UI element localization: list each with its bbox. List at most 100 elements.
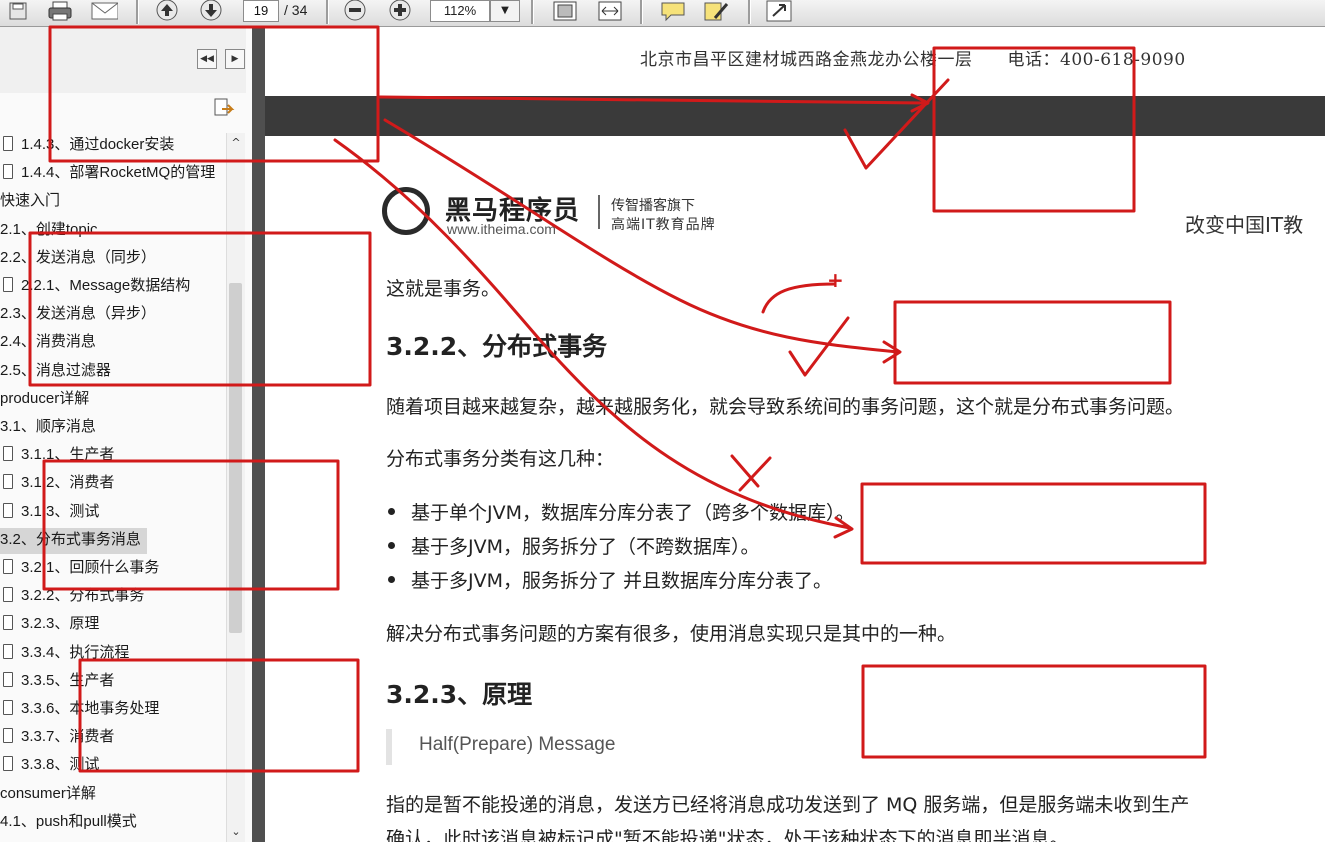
bookmark-label: 3.1.1、生产者 [21,446,115,464]
zoom-out-icon[interactable] [342,0,368,22]
page-total: / 34 [284,2,308,18]
page-number-input[interactable]: 19 [243,0,279,22]
bookmark-label: 4.1、push和pull模式 [0,812,137,830]
bookmark-item[interactable]: 3.1.2、消费者 [0,471,120,497]
bookmark-item[interactable]: 2.2、发送消息（同步） [0,246,162,272]
scroll-down-icon[interactable]: ⌄ [228,824,244,840]
logo-tagline-1: 传智播客旗下 [611,198,695,214]
email-icon[interactable] [90,0,118,22]
para-half-message-1: 指的是暂不能投递的消息，发送方已经将消息成功发送到了 MQ 服务端，但是服务端未… [386,794,1190,816]
zoom-in-icon[interactable] [387,0,413,22]
bookmark-item[interactable]: 快速入门 [0,189,66,215]
logo-url: www.itheima.com [447,221,556,237]
bookmark-item[interactable]: 1.4.3、通过docker安装 [0,133,180,159]
header-slogan: 改变中国IT教 [1185,213,1304,237]
bookmark-item[interactable]: 3.3.8、测试 [0,753,105,779]
collapse-right-icon[interactable]: ▶ [225,49,245,69]
bookmark-item[interactable]: 3.2.1、回顾什么事务 [0,556,165,582]
para-half-message-2: 确认，此时该消息被标记成"暂不能投递"状态，处于该种状态下的消息即半消息。 [386,828,1069,842]
bullet-item: 基于多JVM，服务拆分了（不跨数据库）。 [388,532,760,559]
bookmark-label: 3.3.6、本地事务处理 [21,700,160,717]
print-icon[interactable] [46,0,74,22]
expand-icon[interactable] [765,0,793,22]
scroll-up-icon[interactable]: ^ [228,135,244,151]
page-icon [3,502,13,518]
bookmark-label: 1.4.4、部署RocketMQ的管理 [21,164,216,182]
bookmark-label: 3.2、分布式事务消息 [0,530,141,548]
bullet-item: 基于多JVM，服务拆分了 并且数据库分库分表了。 [387,566,832,593]
bookmark-label: 2.5、消息过滤器 [0,361,111,379]
highlight-icon[interactable] [701,0,729,22]
document-page: 北京市昌平区建材城西路金燕龙办公楼一层 电话：400-618-9090 黑马程序… [265,27,1325,842]
quote-text: Half(Prepare) Message [419,734,616,755]
bookmark-label: 2.4、消费消息 [0,333,96,351]
bookmark-item[interactable]: 3.2.2、分布式事务 [0,584,150,610]
bullet-item: 基于单个JVM，数据库分库分表了（跨多个数据库）。 [388,498,855,525]
bookmark-label: 3.2.3、原理 [21,615,100,633]
bookmark-item[interactable]: 2.3、发送消息（异步） [0,302,162,328]
bookmark-item[interactable]: 2.2.1、Message数据结构 [0,274,196,300]
page-icon [3,474,13,490]
bookmark-label: 2.1、创建topic [0,220,98,238]
bookmark-label: 3.2.2、分布式事务 [21,587,145,605]
fit-width-icon[interactable] [596,0,624,22]
logo-tagline-2: 高端IT教育品牌 [611,217,716,233]
bookmark-label: 3.3.4、执行流程 [21,643,130,661]
header-bar [265,96,1325,136]
comment-icon[interactable] [659,0,687,22]
bookmark-item[interactable]: producer详解 [0,387,95,413]
page-icon [3,615,13,631]
para-types: 分布式事务分类有这几种： [386,448,615,470]
page-icon [3,700,13,715]
bookmark-item[interactable]: 2.4、消费消息 [0,330,102,356]
para-complexity: 随着项目越来越复杂，越来越服务化，就会导致系统间的事务问题，这个就是分布式事务问… [386,396,1185,418]
bookmark-scrollbar[interactable]: ^ ⌄ [226,133,245,842]
page-icon [3,277,13,292]
bookmark-item[interactable]: 3.1.1、生产者 [0,443,120,469]
page-icon [3,164,13,180]
bookmark-item[interactable]: 2.5、消息过滤器 [0,359,117,385]
save-icon[interactable] [4,0,32,22]
bookmark-item[interactable]: 3.2、分布式事务消息 [0,527,147,554]
bookmark-label: 3.1、顺序消息 [0,418,96,435]
bookmark-item[interactable]: 2.1、创建topic [0,218,104,244]
page-icon [3,446,13,462]
bookmark-item[interactable]: 3.2.3、原理 [0,612,105,638]
page-up-icon[interactable] [154,0,180,22]
bookmark-label: 1.4.3、通过docker安装 [21,136,175,153]
page-down-icon[interactable] [198,0,224,22]
bookmark-item[interactable]: consumer详解 [0,782,102,808]
bookmark-label: 3.2.1、回顾什么事务 [21,559,160,576]
bookmark-label: 3.3.5、生产者 [21,671,115,689]
page-icon [3,756,13,772]
bookmark-item[interactable]: 3.3.7、消费者 [0,725,120,751]
bookmark-options-icon[interactable] [212,97,236,121]
bookmark-item[interactable]: 3.1、顺序消息 [0,415,102,441]
page-icon [3,559,13,574]
bookmarks-panel-header: ◀◀ ▶ [0,27,246,93]
logo-horse-icon [382,187,430,235]
bookmark-item[interactable]: 3.3.4、执行流程 [0,641,135,667]
bookmark-label: producer详解 [0,389,90,407]
zoom-level-input[interactable]: 112% [430,0,490,22]
bookmark-item[interactable]: 3.3.5、生产者 [0,669,120,695]
heading-3-2-2: 3.2.2、分布式事务 [386,332,608,361]
bookmark-item[interactable]: 3.3.6、本地事务处理 [0,697,165,723]
bookmark-label: 3.1.2、消费者 [21,474,115,492]
para-intro: 这就是事务。 [386,278,501,300]
bookmark-item[interactable]: 1.4.4、部署RocketMQ的管理 [0,161,221,187]
heading-3-2-3: 3.2.3、原理 [386,680,533,709]
bookmark-item[interactable]: 3.1.3、测试 [0,500,105,526]
page-icon [3,136,13,151]
panel-splitter[interactable] [252,27,265,842]
fit-page-icon[interactable] [551,0,579,22]
bookmarks-panel: ◀◀ ▶ 1.4.3、通过docker安装 1.4.4、部署RocketMQ的管理… [0,27,253,842]
scrollbar-thumb[interactable] [229,283,242,633]
bookmark-item[interactable]: 4.1、push和pull模式 [0,810,143,836]
zoom-dropdown-icon[interactable]: ▼ [490,0,520,22]
page-icon [3,587,13,603]
logo-divider [598,195,600,229]
collapse-left-icon[interactable]: ◀◀ [197,49,217,69]
bookmark-label: consumer详解 [0,784,96,802]
para-solution: 解决分布式事务问题的方案有很多，使用消息实现只是其中的一种。 [386,623,957,645]
